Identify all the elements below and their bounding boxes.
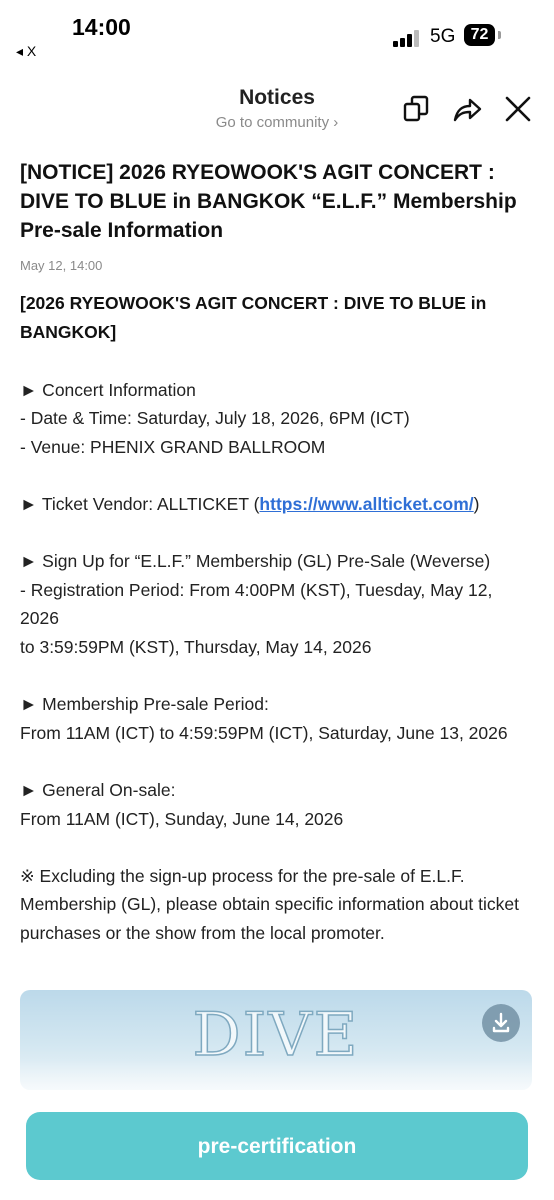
pre-certification-button[interactable]: pre-certification (26, 1112, 528, 1180)
body-line (20, 519, 532, 548)
vendor-prefix: ► Ticket Vendor: ALLTICKET ( (20, 493, 260, 514)
notice-body-heading: [2026 RYEOWOOK'S AGIT CONCERT : DIVE TO … (20, 293, 487, 342)
body-line (20, 347, 532, 376)
body-line: - Date & Time: Saturday, July 18, 2026, … (20, 408, 410, 429)
back-to-app-link[interactable]: ◂ X (16, 43, 36, 60)
notice-date: May 12, 14:00 (20, 258, 103, 273)
body-line: From 11AM (ICT), Sunday, June 14, 2026 (20, 808, 344, 829)
copy-icon[interactable] (401, 94, 431, 124)
notice-content: [NOTICE] 2026 RYEOWOOK'S AGIT CONCERT : … (20, 158, 532, 947)
close-icon[interactable] (503, 94, 533, 124)
ticket-vendor-line: ► Ticket Vendor: ALLTICKET (https://www.… (20, 490, 532, 519)
body-line: ► Concert Information (20, 379, 196, 400)
page-header: Notices Go to community › (0, 80, 554, 140)
body-line: ► Membership Pre-sale Period: (20, 694, 269, 715)
share-icon[interactable] (452, 94, 482, 124)
battery-icon: 72 (464, 24, 495, 46)
body-line (20, 461, 532, 490)
ticket-vendor-link[interactable]: https://www.allticket.com/ (259, 494, 473, 514)
vendor-suffix: ) (473, 493, 480, 514)
body-line: ► General On-sale: (20, 779, 176, 800)
status-bar: 14:00 ◂ X 5G 72 (0, 0, 554, 64)
status-time: 14:00 (72, 14, 131, 40)
body-line: to 3:59:59PM (KST), Thursday, May 14, 20… (20, 636, 372, 657)
notice-title: [NOTICE] 2026 RYEOWOOK'S AGIT CONCERT : … (20, 161, 517, 242)
body-line: - Registration Period: From 4:00PM (KST)… (20, 579, 498, 629)
body-line: ► Sign Up for “E.L.F.” Membership (GL) P… (20, 551, 491, 572)
signal-icon (393, 29, 421, 47)
body-line (20, 833, 532, 862)
body-line: ※ Excluding the sign-up process for the … (20, 865, 524, 943)
body-line: - Venue: PHENIX GRAND BALLROOM (20, 436, 326, 457)
network-type: 5G (430, 26, 456, 47)
battery-cap (498, 31, 501, 39)
body-line (20, 747, 532, 776)
body-line: From 11AM (ICT) to 4:59:59PM (ICT), Satu… (20, 722, 508, 743)
download-icon[interactable] (482, 1004, 520, 1042)
body-line (20, 662, 532, 691)
